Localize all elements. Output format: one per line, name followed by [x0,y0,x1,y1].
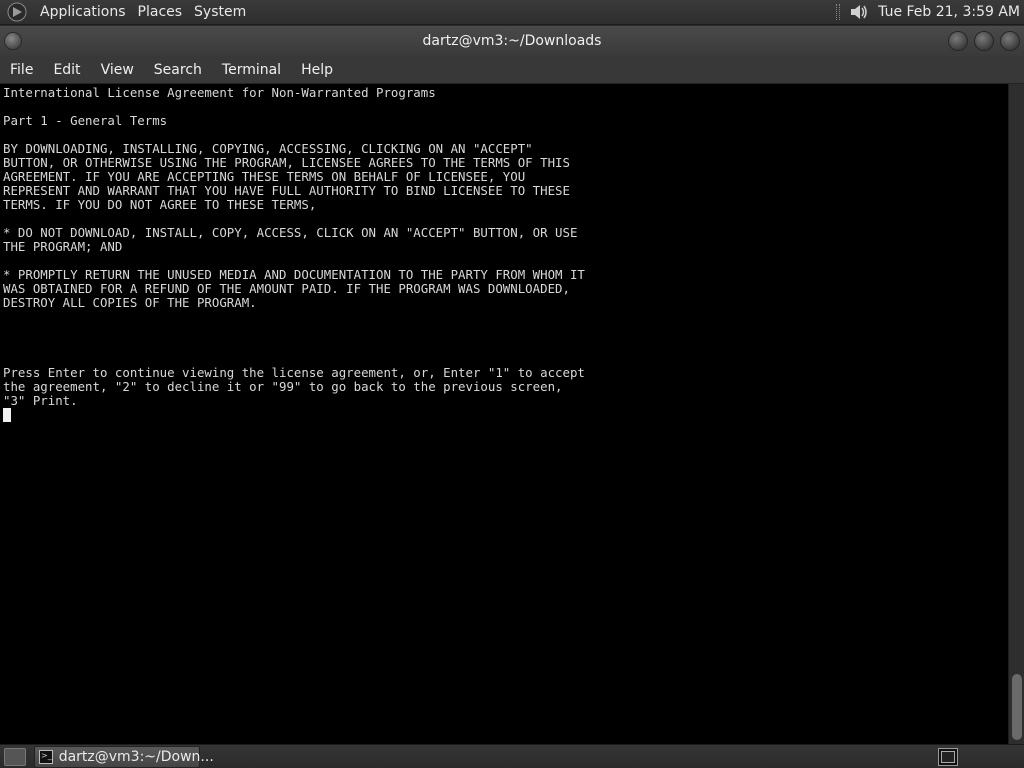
terminal-line: International License Agreement for Non-… [3,85,436,100]
terminal-line: * PROMPTLY RETURN THE UNUSED MEDIA AND D… [3,267,585,282]
terminal-output[interactable]: International License Agreement for Non-… [0,84,1008,744]
menu-file[interactable]: File [0,56,43,84]
terminal-line: THE PROGRAM; AND [3,239,123,254]
volume-icon[interactable] [848,1,870,23]
window-menu-button[interactable] [4,32,22,50]
terminal-line: DESTROY ALL COPIES OF THE PROGRAM. [3,295,257,310]
gnome-foot-icon[interactable] [6,1,28,23]
terminal-line: WAS OBTAINED FOR A REFUND OF THE AMOUNT … [3,281,570,296]
window-title: dartz@vm3:~/Downloads [422,33,602,49]
terminal-line: BUTTON, OR OTHERWISE USING THE PROGRAM, … [3,155,570,170]
maximize-button[interactable] [974,31,994,51]
taskbar-terminal-label: dartz@vm3:~/Down... [58,748,214,765]
menu-help[interactable]: Help [291,56,343,84]
scrollbar-thumb[interactable] [1012,674,1022,740]
window-titlebar[interactable]: dartz@vm3:~/Downloads [0,26,1024,56]
terminal-line: "3" Print. [3,393,78,408]
clock[interactable]: Tue Feb 21, 3:59 AM [878,4,1020,20]
panel-handle [836,4,841,20]
terminal-line: AGREEMENT. IF YOU ARE ACCEPTING THESE TE… [3,169,526,184]
menu-edit[interactable]: Edit [43,56,90,84]
menu-view[interactable]: View [91,56,144,84]
top-panel: Applications Places System Tue Feb 21, 3… [0,0,1024,25]
workspace-switcher-icon[interactable] [938,747,958,766]
text-cursor [3,408,11,422]
show-desktop-icon[interactable] [4,747,26,766]
terminal-cursor-line [3,408,1008,422]
terminal-scrollbar[interactable] [1008,84,1024,744]
terminal-line: Part 1 - General Terms [3,113,168,128]
terminal-line: Press Enter to continue viewing the lice… [3,365,585,380]
terminal-line: BY DOWNLOADING, INSTALLING, COPYING, ACC… [3,141,533,156]
menubar: File Edit View Search Terminal Help [0,56,1024,84]
close-button[interactable] [1000,31,1020,51]
terminal-icon: >_ [39,749,53,764]
menu-search[interactable]: Search [144,56,212,84]
system-menu[interactable]: System [188,0,252,25]
taskbar-terminal-button[interactable]: >_ dartz@vm3:~/Down... [34,745,214,768]
terminal-line: * DO NOT DOWNLOAD, INSTALL, COPY, ACCESS… [3,225,578,240]
terminal-line: the agreement, "2" to decline it or "99"… [3,379,563,394]
terminal-line: REPRESENT AND WARRANT THAT YOU HAVE FULL… [3,183,570,198]
minimize-button[interactable] [948,31,968,51]
terminal-line: TERMS. IF YOU DO NOT AGREE TO THESE TERM… [3,197,317,212]
applications-menu[interactable]: Applications [34,0,132,25]
places-menu[interactable]: Places [132,0,189,25]
menu-terminal[interactable]: Terminal [212,56,291,84]
bottom-panel: >_ dartz@vm3:~/Down... [0,744,1024,768]
